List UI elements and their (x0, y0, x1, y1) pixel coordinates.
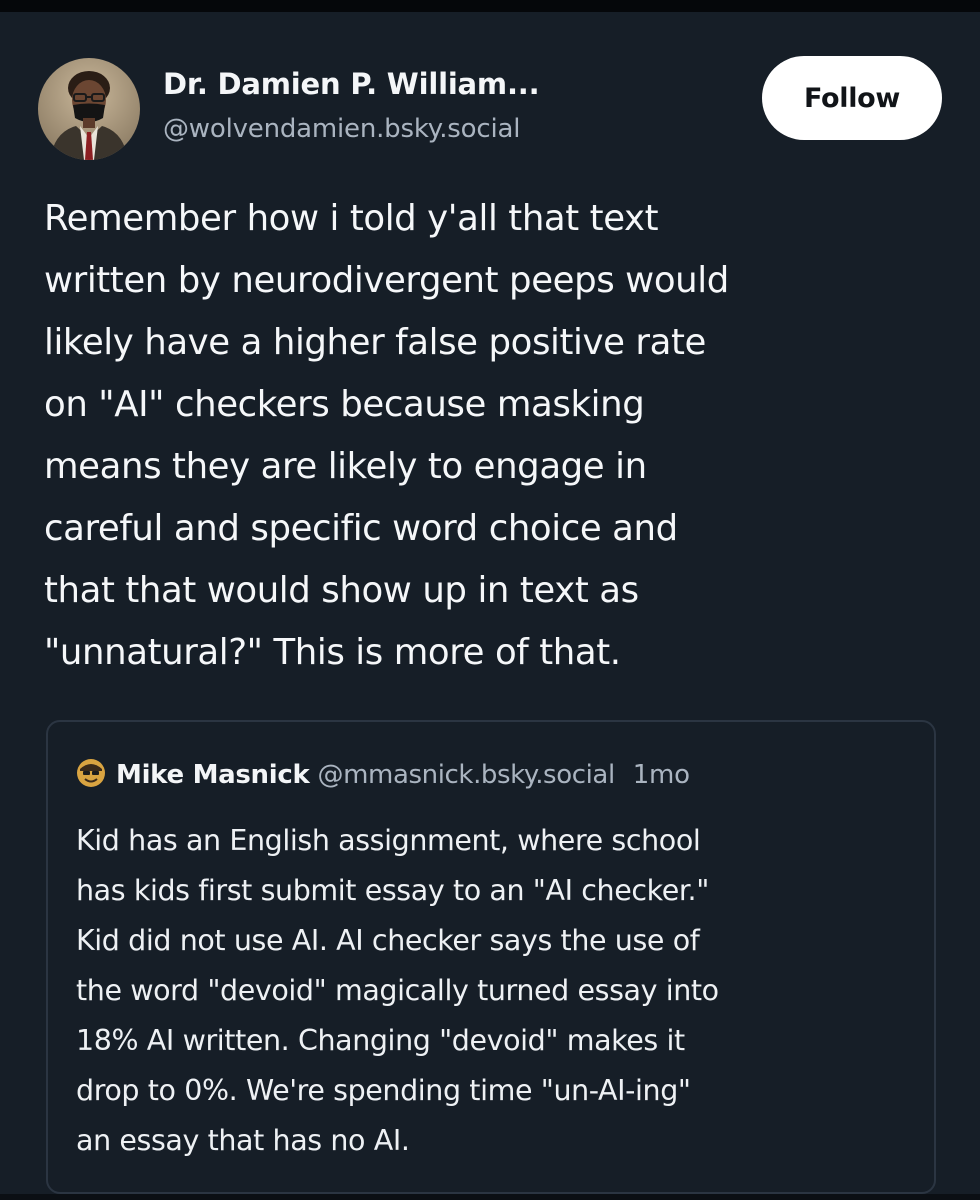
quoted-author-name[interactable]: Mike Masnick (116, 760, 310, 790)
bottom-edge-bar (0, 1194, 980, 1200)
post: Dr. Damien P. William... @wolvendamien.b… (0, 12, 980, 1194)
profile-photo-avatar-icon (38, 58, 140, 160)
quoted-post[interactable]: Mike Masnick @mmasnick.bsky.social 1mo Kid… (46, 720, 936, 1194)
follow-button[interactable]: Follow (762, 56, 942, 140)
quoted-post-header: Mike Masnick @mmasnick.bsky.social 1mo (76, 758, 690, 791)
author-name[interactable]: Dr. Damien P. William... (163, 67, 540, 101)
quoted-author-avatar[interactable] (76, 758, 106, 788)
cartoon-face-avatar-icon (77, 758, 105, 787)
quoted-post-time: 1mo (632, 760, 690, 790)
quoted-author-handle[interactable]: @mmasnick.bsky.social (317, 760, 615, 790)
author-avatar[interactable] (38, 58, 140, 160)
quoted-post-text: Kid has an English assignment, where sch… (76, 824, 719, 1157)
top-edge-bar (0, 0, 980, 12)
author-handle[interactable]: @wolvendamien.bsky.social (163, 114, 520, 144)
post-text: Remember how i told y'all that text writ… (44, 198, 729, 673)
